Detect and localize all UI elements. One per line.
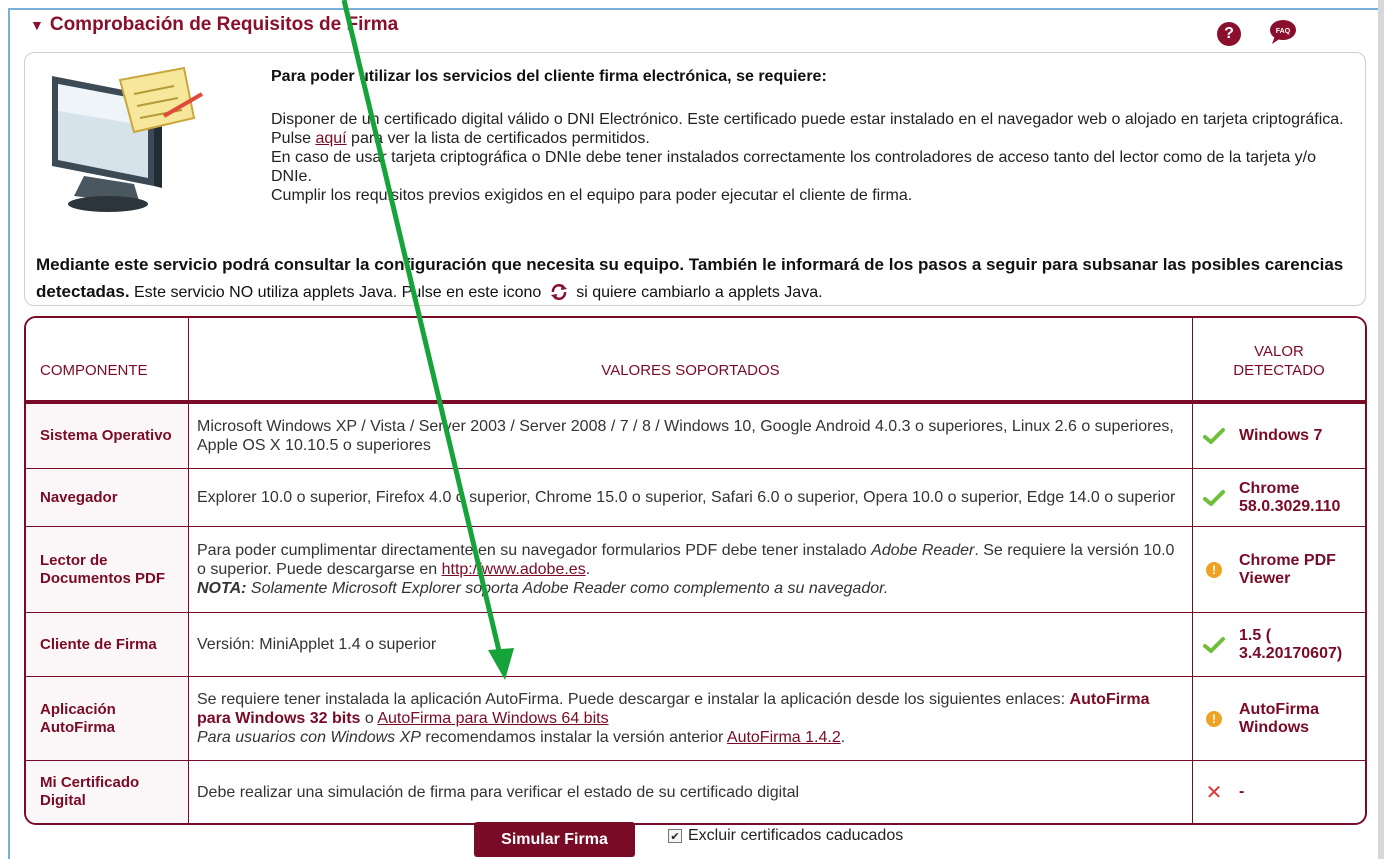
intro-paragraph-prerequisites: Cumplir los requisitos previos exigidos … [271,187,913,204]
scrollbar[interactable] [1378,0,1384,859]
collapse-triangle-icon[interactable]: ▼ [30,17,44,33]
detected-value-cell: ! AutoFirma Windows [1193,677,1365,761]
intro-title: Para poder utilizar los servicios del cl… [271,68,827,85]
autofirma-142-link[interactable]: AutoFirma 1.4.2 [727,729,841,746]
check-icon [1201,636,1227,653]
supported-values-cell: Se requiere tener instalada la aplicació… [189,677,1193,761]
detected-value-cell: ! Chrome PDF Viewer [1193,527,1365,613]
table-row-digital-certificate: Mi Certificado Digital Debe realizar una… [26,761,1365,823]
component-cell: Mi Certificado Digital [26,761,189,823]
warning-icon: ! [1201,561,1227,578]
check-icon [1201,428,1227,444]
detected-header-line1: VALOR [1254,343,1304,360]
faq-icon-label: FAQ [1276,28,1291,35]
monitor-checklist-icon [52,66,204,212]
column-header-detected-value: VALOR DETECTADO [1193,318,1365,404]
table-row-browser: Navegador Explorer 10.0 o superior, Fire… [26,469,1365,527]
adobe-reader-text: Adobe Reader [871,542,975,559]
exclude-expired-certificates-option[interactable]: ✔ Excluir certificados caducados [668,827,903,845]
detected-value-text: Chrome PDF Viewer [1239,551,1336,587]
xp-users-text: Para usuarios con Windows XP [197,729,421,746]
faq-icon[interactable]: FAQ [1268,19,1298,45]
check-icon [1201,489,1227,506]
table-row-operating-system: Sistema Operativo Microsoft Windows XP /… [26,404,1365,469]
component-cell: Lector de Documentos PDF [26,527,189,613]
switch-to-java-applets-icon[interactable] [550,284,568,300]
warning-icon: ! [1201,710,1227,727]
detected-value-text: AutoFirma Windows [1239,700,1319,736]
supported-values-cell: Explorer 10.0 o superior, Firefox 4.0 o … [189,469,1193,527]
autofirma-or-text: o [360,710,378,727]
pdf-text-end: . [585,561,591,578]
exclude-expired-checkbox[interactable]: ✔ [668,829,682,843]
requirements-table: COMPONENTE VALORES SOPORTADOS VALOR DETEC… [24,316,1367,825]
intro-p1-tail: para ver la lista de certificados permit… [346,130,650,147]
xp-text-end: . [840,729,846,746]
table-header-row: COMPONENTE VALORES SOPORTADOS VALOR DETEC… [26,318,1365,404]
detected-value-text: 1.5 ( 3.4.20170607) [1239,626,1343,662]
detected-value-text: Windows 7 [1239,427,1323,444]
xp-recommend-text: recomendamos instalar la versión anterio… [420,729,727,746]
supported-values-cell: Microsoft Windows XP / Vista / Server 20… [189,404,1193,469]
intro-body: Disponer de un certificado digital válid… [271,110,1361,205]
detected-value-cell: Windows 7 [1193,404,1365,469]
section-title-text: Comprobación de Requisitos de Firma [49,14,399,35]
autofirma-64-bits-link[interactable]: AutoFirma para Windows 64 bits [377,710,608,727]
supported-values-cell: Debe realizar una simulación de firma pa… [189,761,1193,823]
note-label: NOTA: [197,580,247,597]
component-cell: Sistema Operativo [26,404,189,469]
service-description: Mediante este servicio podrá consultar l… [36,251,1356,306]
service-description-text: Este servicio NO utiliza applets Java. P… [129,284,546,301]
detected-value-cell: ✕ - [1193,761,1365,823]
component-cell: Navegador [26,469,189,527]
detected-value-cell: Chrome 58.0.3029.110 [1193,469,1365,527]
table-row-pdf-reader: Lector de Documentos PDF Para poder cump… [26,527,1365,613]
detected-value-text: - [1239,783,1245,800]
note-text: Solamente Microsoft Explorer soporta Ado… [246,580,889,597]
intro-paragraph-certificate: Disponer de un certificado digital válid… [271,110,1361,148]
exclude-expired-label[interactable]: Excluir certificados caducados [688,827,903,845]
supported-values-cell: Para poder cumplimentar directamente en … [189,527,1193,613]
detected-header-line2: DETECTADO [1233,362,1325,379]
simulate-signature-button[interactable]: Simular Firma [474,822,635,857]
component-cell: Aplicación AutoFirma [26,677,189,761]
component-cell: Cliente de Firma [26,613,189,677]
column-header-supported-values: VALORES SOPORTADOS [189,318,1193,404]
service-description-tail: si quiere cambiarlo a applets Java. [571,284,823,301]
supported-values-cell: Versión: MiniApplet 1.4 o superior [189,613,1193,677]
error-x-icon: ✕ [1205,781,1223,804]
table-row-signature-client: Cliente de Firma Versión: MiniApplet 1.4… [26,613,1365,677]
intro-paragraph-drivers: En caso de usar tarjeta criptográfica o … [271,149,1317,185]
section-title[interactable]: ▼ Comprobación de Requisitos de Firma [30,14,398,36]
question-icon[interactable]: ? [1217,22,1241,46]
table-row-autofirma: Aplicación AutoFirma Se requiere tener i… [26,677,1365,761]
detected-value-cell: 1.5 ( 3.4.20170607) [1193,613,1365,677]
detected-value-text: Chrome 58.0.3029.110 [1239,479,1341,515]
column-header-component: COMPONENTE [26,318,189,404]
autofirma-text: Se requiere tener instalada la aplicació… [197,691,1070,708]
adobe-download-link[interactable]: http://www.adobe.es [442,561,586,578]
certificates-list-link[interactable]: aquí [315,130,346,147]
pdf-text: Para poder cumplimentar directamente en … [197,542,872,559]
